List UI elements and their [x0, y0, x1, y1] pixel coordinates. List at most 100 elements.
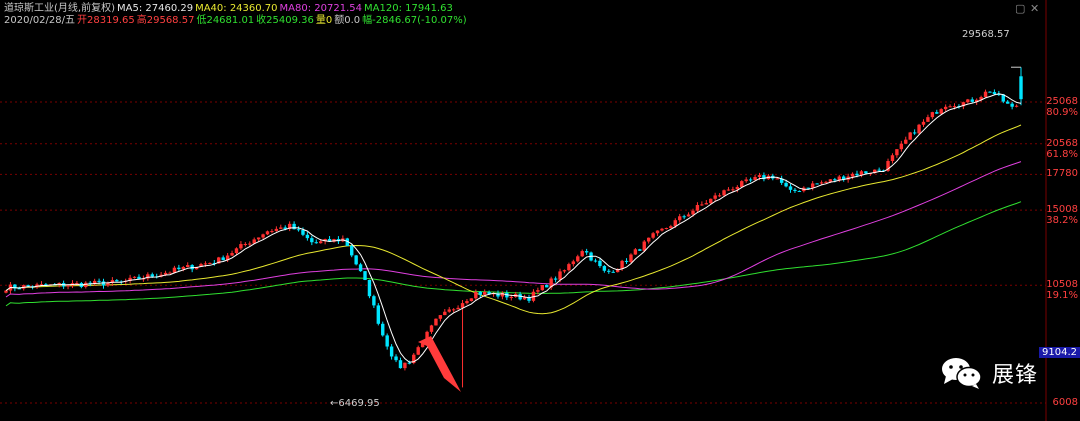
candle[interactable] [948, 104, 952, 108]
candle[interactable] [726, 187, 731, 191]
candle[interactable] [1006, 99, 1010, 104]
candle[interactable] [695, 202, 700, 213]
candle[interactable] [655, 230, 660, 236]
candle[interactable] [403, 362, 407, 371]
candle[interactable] [580, 249, 584, 258]
candle[interactable] [115, 278, 119, 282]
candle[interactable] [899, 140, 904, 152]
candle[interactable] [456, 305, 460, 310]
candle[interactable] [686, 212, 691, 217]
candle[interactable] [678, 213, 682, 223]
candle[interactable] [904, 136, 908, 144]
candle[interactable] [576, 254, 580, 263]
candle[interactable] [168, 271, 172, 274]
candle[interactable] [4, 290, 8, 294]
candle[interactable] [381, 321, 385, 337]
candle[interactable] [664, 227, 669, 230]
candle[interactable] [638, 248, 642, 251]
candle[interactable] [793, 188, 797, 193]
candle[interactable] [372, 294, 376, 308]
candle[interactable] [460, 300, 465, 388]
candle[interactable] [908, 131, 912, 140]
candle[interactable] [398, 357, 403, 369]
candle[interactable] [562, 269, 567, 274]
candle[interactable] [717, 193, 722, 198]
candle[interactable] [966, 98, 970, 104]
candle[interactable] [815, 183, 819, 185]
candle[interactable] [221, 255, 225, 261]
candle[interactable] [744, 177, 748, 183]
candle[interactable] [314, 239, 318, 244]
candle[interactable] [412, 352, 416, 365]
candle[interactable] [39, 281, 44, 286]
candle[interactable] [988, 91, 992, 93]
square-icon[interactable]: ▢ [1015, 2, 1025, 15]
candle[interactable] [877, 167, 881, 172]
candle[interactable] [983, 89, 988, 98]
candle[interactable] [704, 199, 709, 205]
candle[interactable] [465, 299, 469, 305]
candle[interactable] [363, 270, 367, 281]
candle[interactable] [186, 262, 190, 268]
candle[interactable] [540, 284, 545, 291]
candle[interactable] [154, 273, 159, 279]
candle[interactable] [128, 274, 132, 284]
candle[interactable] [270, 229, 274, 234]
candle[interactable] [935, 109, 939, 114]
candle[interactable] [651, 231, 655, 240]
candle[interactable] [438, 315, 443, 322]
candle[interactable] [1014, 104, 1019, 108]
candlestick-chart[interactable] [0, 0, 1080, 421]
candle[interactable] [239, 241, 243, 251]
candle[interactable] [731, 186, 735, 192]
candle[interactable] [287, 221, 292, 232]
candle[interactable] [310, 235, 314, 246]
candle[interactable] [1019, 67, 1023, 106]
candle[interactable] [753, 174, 757, 181]
candle[interactable] [101, 278, 106, 289]
candle[interactable] [890, 153, 895, 164]
candle[interactable] [842, 175, 846, 182]
candle[interactable] [292, 221, 296, 230]
candle[interactable] [394, 354, 398, 363]
candle[interactable] [274, 226, 279, 232]
candle[interactable] [646, 237, 651, 244]
candle[interactable] [629, 253, 633, 264]
candle[interactable] [354, 254, 358, 266]
candle[interactable] [350, 244, 354, 258]
candle[interactable] [607, 268, 611, 274]
candle[interactable] [478, 291, 482, 298]
candle[interactable] [859, 170, 864, 178]
candle[interactable] [279, 224, 283, 230]
candle[interactable] [567, 262, 571, 272]
candle[interactable] [930, 111, 935, 120]
candle[interactable] [358, 262, 363, 272]
candle[interactable] [1010, 101, 1014, 110]
candle[interactable] [132, 276, 137, 279]
candle[interactable] [895, 149, 899, 158]
candle[interactable] [208, 262, 212, 265]
candle[interactable] [146, 272, 150, 281]
close-icon[interactable]: ✕ [1030, 2, 1039, 15]
candle[interactable] [429, 324, 434, 334]
candle[interactable] [230, 250, 234, 256]
candle[interactable] [447, 307, 451, 313]
candle[interactable] [385, 333, 389, 350]
candle[interactable] [584, 248, 589, 255]
candle[interactable] [926, 114, 930, 122]
candle[interactable] [921, 119, 926, 127]
candle[interactable] [611, 270, 615, 273]
candle[interactable] [943, 104, 948, 112]
candle[interactable] [469, 298, 474, 302]
candle[interactable] [912, 129, 917, 135]
candle[interactable] [740, 180, 744, 188]
candle[interactable] [571, 259, 576, 267]
candle[interactable] [748, 177, 753, 183]
candle[interactable] [305, 232, 310, 241]
candle[interactable] [779, 175, 784, 185]
candle[interactable] [797, 190, 802, 192]
candle[interactable] [602, 265, 607, 273]
candle[interactable] [443, 309, 447, 316]
candle[interactable] [265, 230, 270, 236]
candle[interactable] [682, 214, 686, 220]
